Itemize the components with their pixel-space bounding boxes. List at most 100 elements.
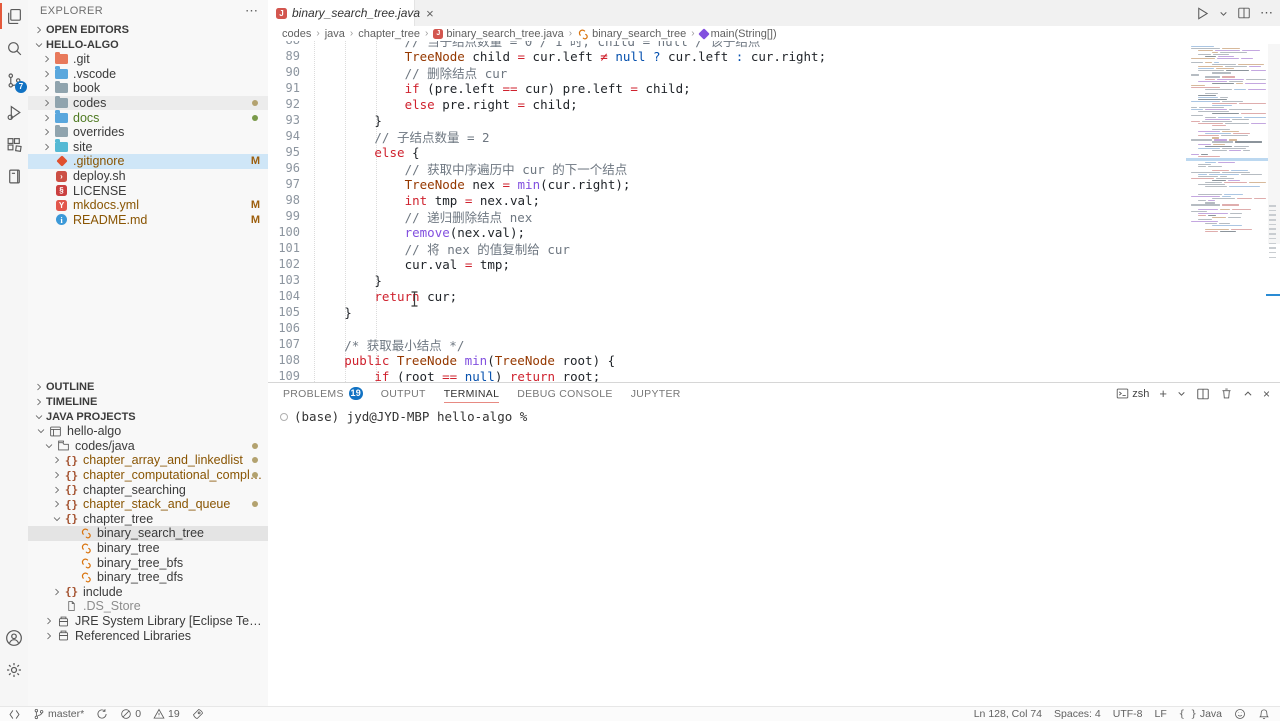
timeline-section[interactable]: TIMELINE xyxy=(28,394,268,409)
java-tree-item--ds-store[interactable]: .DS_Store xyxy=(28,599,268,614)
breadcrumb-item-binary-search-tree[interactable]: binary_search_tree xyxy=(577,28,686,40)
file-tree-item-codes[interactable]: codes xyxy=(28,96,268,111)
code-line-97[interactable]: 97TreeNode nex = min(cur.right); xyxy=(268,176,1280,192)
run-dropdown-icon[interactable] xyxy=(1219,9,1228,18)
code-line-109[interactable]: 109if (root == null) return root; xyxy=(268,368,1280,382)
code-line-102[interactable]: 102cur.val = tmp; xyxy=(268,256,1280,272)
java-tree-item-chapter-tree[interactable]: {}chapter_tree xyxy=(28,512,268,527)
code-line-103[interactable]: 103} xyxy=(268,272,1280,288)
code-line-107[interactable]: 107/* 获取最小结点 */ xyxy=(268,336,1280,352)
code-editor[interactable]: 88// 当子结点数量 = 0 / 1 时, child = null / 该子… xyxy=(268,41,1280,382)
activity-account-icon[interactable] xyxy=(0,622,28,654)
status-error-count[interactable]: 0 xyxy=(120,708,141,720)
status-eol[interactable]: LF xyxy=(1154,708,1166,720)
folder-icon xyxy=(54,81,69,95)
close-panel-icon[interactable]: × xyxy=(1263,387,1270,401)
breadcrumb-item-binary-search-tree-java[interactable]: Jbinary_search_tree.java xyxy=(433,28,563,40)
open-editors-section[interactable]: OPEN EDITORS xyxy=(28,22,268,37)
status-warning-count[interactable]: 19 xyxy=(153,708,180,720)
run-button[interactable] xyxy=(1195,6,1210,21)
editor-more-icon[interactable]: ⋯ xyxy=(1260,5,1274,21)
activity-search-icon[interactable] xyxy=(0,32,28,64)
code-line-90[interactable]: 90// 删除结点 cur xyxy=(268,64,1280,80)
panel-tab-problems[interactable]: PROBLEMS19 xyxy=(283,383,363,404)
terminal-dropdown-icon[interactable] xyxy=(1177,389,1186,398)
file-tree-item-site[interactable]: site xyxy=(28,140,268,155)
code-line-96[interactable]: 96// 获取中序遍历中 cur 的下一个结点 xyxy=(268,160,1280,176)
maximize-panel-icon[interactable] xyxy=(1243,389,1253,399)
terminal[interactable]: (base) jyd@JYD-MBP hello-algo % xyxy=(280,409,527,424)
outline-section[interactable]: OUTLINE xyxy=(28,379,268,394)
split-terminal-icon[interactable] xyxy=(1196,387,1210,401)
status-remote-indicator[interactable] xyxy=(8,708,21,721)
chevron-down-icon xyxy=(32,41,46,49)
breadcrumb-item-codes[interactable]: codes xyxy=(282,28,311,40)
java-tree-item-referenced-libraries[interactable]: Referenced Libraries xyxy=(28,628,268,643)
breadcrumb-item-java[interactable]: java xyxy=(325,28,345,40)
status-notifications[interactable] xyxy=(1258,708,1270,720)
activity-notebook-icon[interactable] xyxy=(0,160,28,192)
panel-tab-debug-console[interactable]: DEBUG CONSOLE xyxy=(517,383,613,404)
panel-tab-terminal[interactable]: TERMINAL xyxy=(444,383,500,404)
java-projects-section[interactable]: JAVA PROJECTS xyxy=(28,409,268,424)
java-tree-item-include[interactable]: {}include xyxy=(28,585,268,600)
status-java-lightweight-mode[interactable] xyxy=(192,708,204,720)
file-tree-item--gitignore[interactable]: .gitignoreM xyxy=(28,154,268,169)
activity-source-control-icon[interactable]: 7 xyxy=(0,64,28,96)
minimap[interactable] xyxy=(1187,46,1266,238)
activity-settings-icon[interactable] xyxy=(0,654,28,686)
split-editor-icon[interactable] xyxy=(1237,6,1251,20)
file-tree-item-deploy-sh[interactable]: ›deploy.sh xyxy=(28,169,268,184)
sidebar-more-actions-icon[interactable]: ⋯ xyxy=(245,3,258,19)
java-tree-item-binary-tree-dfs[interactable]: binary_tree_dfs xyxy=(28,570,268,585)
status-feedback[interactable] xyxy=(1234,708,1246,720)
code-line-94[interactable]: 94// 子结点数量 = 2 xyxy=(268,128,1280,144)
code-line-108[interactable]: 108public TreeNode min(TreeNode root) { xyxy=(268,352,1280,368)
breadcrumb-item-chapter-tree[interactable]: chapter_tree xyxy=(358,28,420,40)
status-sync-changes[interactable] xyxy=(96,708,108,720)
code-line-105[interactable]: 105} xyxy=(268,304,1280,320)
java-tree-item-chapter-computational-complexity[interactable]: {}chapter_computational_complexity xyxy=(28,468,268,483)
file-tree-item-license[interactable]: §LICENSE xyxy=(28,183,268,198)
file-tree-item-docs[interactable]: docs xyxy=(28,110,268,125)
activity-explorer-icon[interactable] xyxy=(0,0,28,32)
file-tree-item-overrides[interactable]: overrides xyxy=(28,125,268,140)
breadcrumb-item-main-string-[interactable]: main(String[]) xyxy=(700,28,777,40)
java-tree-item-binary-tree[interactable]: binary_tree xyxy=(28,541,268,556)
java-tree-item-codes-java[interactable]: codes/java xyxy=(28,439,268,454)
status-language-mode[interactable]: { }Java xyxy=(1179,708,1222,720)
status-indentation[interactable]: Spaces: 4 xyxy=(1054,708,1101,720)
code-line-99[interactable]: 99// 递归删除结点 nex xyxy=(268,208,1280,224)
package-icon xyxy=(56,439,71,453)
tab-close-icon[interactable]: × xyxy=(426,7,434,20)
file-tree-item--vscode[interactable]: .vscode xyxy=(28,67,268,82)
status-encoding[interactable]: UTF-8 xyxy=(1113,708,1143,720)
status-git-branch[interactable]: master* xyxy=(33,708,84,720)
code-line-104[interactable]: 104return cur; xyxy=(268,288,1280,304)
java-tree-item-jre-system-library-eclipse-temurin-17-17-[interactable]: JRE System Library [Eclipse Temurin 17 [… xyxy=(28,614,268,629)
kill-terminal-icon[interactable] xyxy=(1220,387,1233,400)
activity-extensions-icon[interactable] xyxy=(0,128,28,160)
java-tree-item-binary-tree-bfs[interactable]: binary_tree_bfs xyxy=(28,555,268,570)
file-tree-item-readme-md[interactable]: iREADME.mdM xyxy=(28,213,268,228)
tab-binary-search-tree[interactable]: J binary_search_tree.java × xyxy=(268,0,415,26)
code-line-88[interactable]: 88// 当子结点数量 = 0 / 1 时, child = null / 该子… xyxy=(268,41,1280,48)
file-tree-item--git[interactable]: .git xyxy=(28,52,268,67)
workspace-root-section[interactable]: HELLO-ALGO xyxy=(28,37,268,52)
code-line-92[interactable]: 92else pre.right = child; xyxy=(268,96,1280,112)
code-line-91[interactable]: 91if (pre.left == cur) pre.left = child; xyxy=(268,80,1280,96)
terminal-shell-selector[interactable]: zsh xyxy=(1116,387,1149,400)
java-tree-item-chapter-stack-and-queue[interactable]: {}chapter_stack_and_queue xyxy=(28,497,268,512)
status-cursor-position[interactable]: Ln 128, Col 74 xyxy=(974,708,1042,720)
activity-run-debug-icon[interactable] xyxy=(0,96,28,128)
java-tree-item-chapter-array-and-linkedlist[interactable]: {}chapter_array_and_linkedlist xyxy=(28,453,268,468)
java-tree-item-hello-algo[interactable]: hello-algo xyxy=(28,424,268,439)
panel-tab-output[interactable]: OUTPUT xyxy=(381,383,426,404)
code-line-101[interactable]: 101// 将 nex 的值复制给 cur xyxy=(268,240,1280,256)
java-tree-item-binary-search-tree[interactable]: binary_search_tree xyxy=(28,526,268,541)
file-tree-item-book[interactable]: book xyxy=(28,81,268,96)
java-tree-item-chapter-searching[interactable]: {}chapter_searching xyxy=(28,482,268,497)
file-tree-item-mkdocs-yml[interactable]: Ymkdocs.ymlM xyxy=(28,198,268,213)
panel-tab-jupyter[interactable]: JUPYTER xyxy=(631,383,681,404)
new-terminal-icon[interactable]: + xyxy=(1159,386,1167,401)
